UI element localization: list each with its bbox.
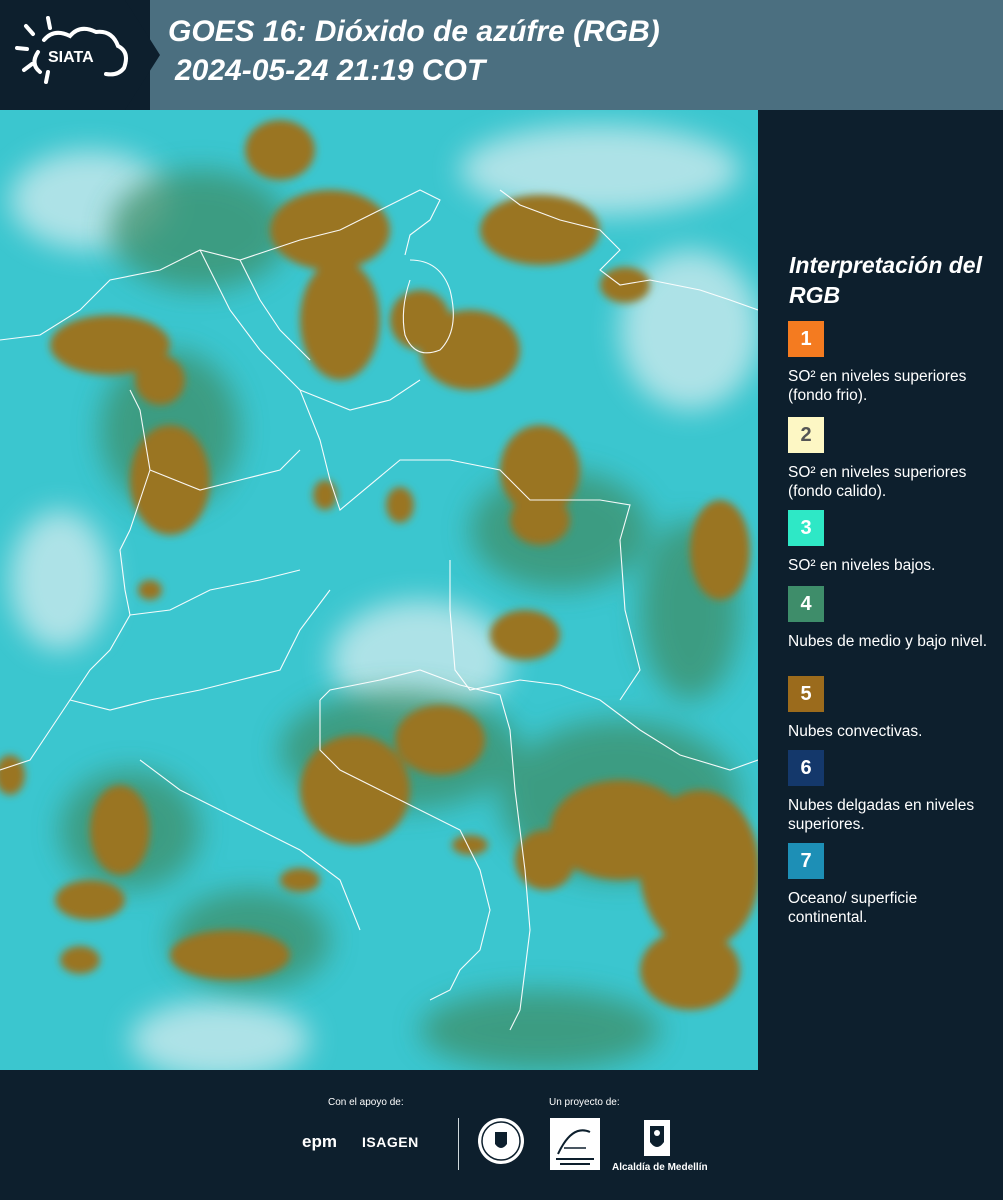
legend-label-7: Oceano/ superficie continental. — [788, 890, 918, 926]
satellite-map — [0, 110, 758, 1070]
legend-label-4: Nubes de medio y bajo nivel. — [788, 633, 988, 650]
area-metropolitana-logo — [550, 1118, 600, 1170]
legend-item-7: 7 Oceano/ superficie continental. — [788, 843, 998, 927]
siata-logo-text: SIATA — [48, 49, 94, 66]
legend-item-4: 4 Nubes de medio y bajo nivel. — [788, 586, 998, 651]
support-label: Con el apoyo de: — [328, 1097, 404, 1108]
legend-panel: Interpretación del RGB 1 SO² en niveles … — [758, 110, 1003, 1070]
isagen-logo: ISAGEN — [362, 1134, 419, 1150]
header: SIATA GOES 16: Dióxido de azúfre (RGB) 2… — [0, 0, 1003, 110]
legend-swatch-1: 1 — [788, 321, 824, 357]
page-timestamp: 2024-05-24 21:19 COT — [175, 54, 486, 87]
legend-label-3: SO² en niveles bajos. — [788, 557, 936, 574]
page-title: GOES 16: Dióxido de azúfre (RGB) — [168, 15, 660, 48]
legend-swatch-3: 3 — [788, 510, 824, 546]
epm-logo: epm — [302, 1132, 337, 1151]
alcaldia-logo-text: Alcaldía de Medellín — [612, 1162, 708, 1173]
legend-title: Interpretación del RGB — [789, 252, 982, 308]
legend-swatch-2: 2 — [788, 417, 824, 453]
footer-divider — [458, 1118, 459, 1170]
project-label: Un proyecto de: — [549, 1097, 620, 1108]
legend-item-2: 2 SO² en niveles superiores (fondo calid… — [788, 417, 998, 501]
legend-swatch-4: 4 — [788, 586, 824, 622]
footer: Con el apoyo de: Un proyecto de: epm ISA… — [0, 1070, 1003, 1200]
legend-item-1: 1 SO² en niveles superiores (fondo frio)… — [788, 321, 998, 405]
legend-label-6: Nubes delgadas en niveles superiores. — [788, 797, 975, 833]
legend-item-3: 3 SO² en niveles bajos. — [788, 510, 998, 575]
legend-label-1: SO² en niveles superiores (fondo frio). — [788, 368, 967, 404]
alcaldia-emblem-icon — [644, 1120, 670, 1156]
satellite-image — [0, 110, 758, 1070]
legend-swatch-6: 6 — [788, 750, 824, 786]
legend-label-2: SO² en niveles superiores (fondo calido)… — [788, 464, 967, 500]
medellin-seal-icon — [478, 1118, 524, 1164]
legend-item-6: 6 Nubes delgadas en niveles superiores. — [788, 750, 998, 834]
legend-swatch-5: 5 — [788, 676, 824, 712]
siata-logo: SIATA — [15, 16, 128, 84]
legend-item-5: 5 Nubes convectivas. — [788, 676, 998, 741]
legend-swatch-7: 7 — [788, 843, 824, 879]
legend-label-5: Nubes convectivas. — [788, 723, 923, 740]
